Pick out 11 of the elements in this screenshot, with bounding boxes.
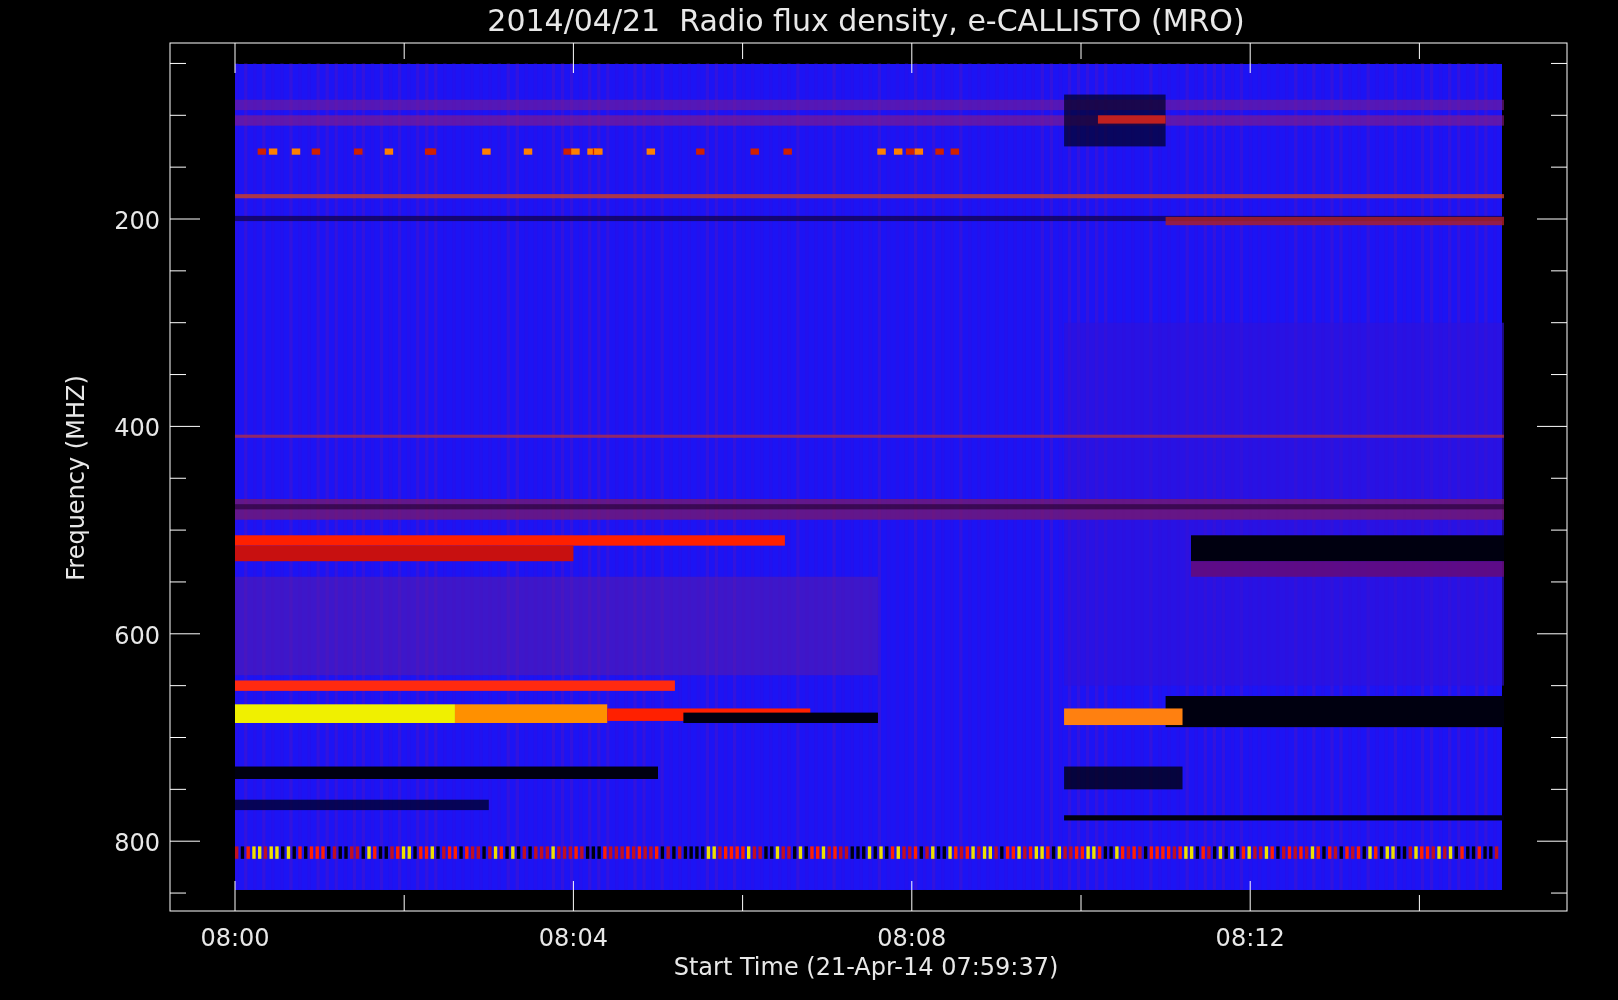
y-tick-label: 800 (114, 829, 160, 858)
x-tick-label: 08:04 (538, 924, 608, 952)
y-tick-label: 400 (114, 414, 160, 443)
y-tick-label: 200 (114, 207, 160, 235)
y-axis-label: Frequency (MHZ) (62, 375, 90, 581)
x-axis-label: Start Time (21-Apr-14 07:59:37) (673, 953, 1059, 981)
x-tick-label: 08:12 (1215, 924, 1285, 952)
x-tick-label: 08:00 (200, 924, 270, 952)
y-tick-label: 600 (114, 621, 160, 650)
x-tick-label: 08:08 (877, 924, 947, 952)
chart-title: 2014/04/21 Radio flux density, e-CALLISTO (MRO) (487, 3, 1245, 38)
